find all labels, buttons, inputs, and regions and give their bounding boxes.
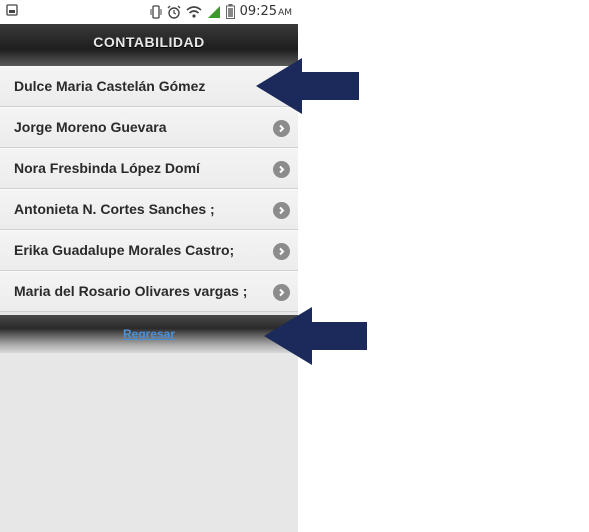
signal-icon — [207, 5, 220, 18]
sim-card-icon — [6, 4, 18, 16]
list-item[interactable]: Maria del Rosario Olivares vargas ; — [0, 271, 298, 312]
page-header: CONTABILIDAD — [0, 24, 298, 66]
list-item-label: Nora Fresbinda López Domí — [14, 160, 200, 176]
back-link[interactable]: Regresar — [123, 327, 175, 341]
page-title: CONTABILIDAD — [93, 34, 205, 50]
clock-ampm: AM — [278, 8, 292, 18]
wifi-icon — [186, 5, 202, 18]
status-icons: 09:25AM — [150, 4, 292, 19]
list-item-label: Dulce Maria Castelán Gómez — [14, 78, 206, 94]
list-item[interactable]: Nora Fresbinda López Domí — [0, 148, 298, 189]
arrow-left-icon — [264, 307, 367, 365]
phone-screen: 09:25AM CONTABILIDAD Dulce Maria Castelá… — [0, 0, 298, 532]
list-item-label: Erika Guadalupe Morales Castro; — [14, 242, 235, 258]
list-item-label: Jorge Moreno Guevara — [14, 119, 167, 135]
list-item[interactable]: Dulce Maria Castelán Gómez — [0, 66, 298, 107]
clock: 09:25AM — [240, 4, 292, 19]
clock-time: 09:25 — [239, 4, 278, 19]
alarm-icon — [167, 5, 181, 19]
contact-list: Dulce Maria Castelán Gómez Jorge Moreno … — [0, 66, 298, 312]
arrow-left-icon — [256, 58, 359, 114]
list-item[interactable]: Erika Guadalupe Morales Castro; — [0, 230, 298, 271]
vibrate-icon — [150, 4, 162, 19]
chevron-right-icon — [273, 161, 290, 178]
list-item[interactable]: Jorge Moreno Guevara — [0, 107, 298, 148]
chevron-right-icon — [273, 120, 290, 137]
list-item[interactable]: Antonieta N. Cortes Sanches ; — [0, 189, 298, 230]
list-item-label: Maria del Rosario Olivares vargas ; — [14, 283, 248, 299]
chevron-right-icon — [273, 284, 290, 301]
chevron-right-icon — [273, 202, 290, 219]
status-bar: 09:25AM — [0, 0, 298, 24]
battery-icon — [225, 4, 235, 19]
list-item-label: Antonieta N. Cortes Sanches ; — [14, 201, 215, 217]
page-footer: Regresar — [0, 315, 298, 353]
chevron-right-icon — [273, 243, 290, 260]
